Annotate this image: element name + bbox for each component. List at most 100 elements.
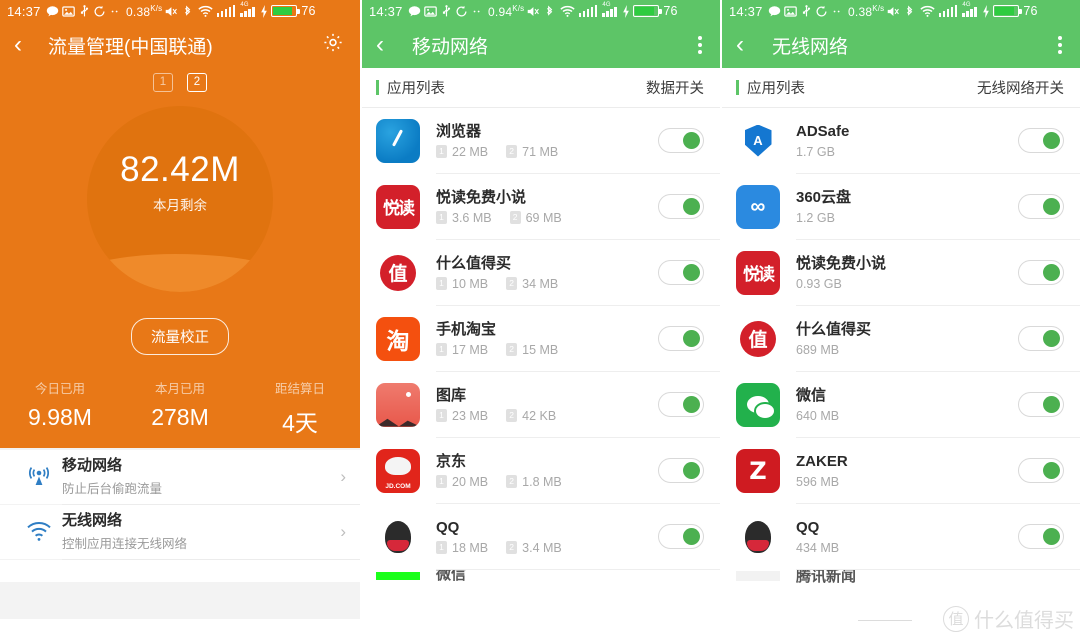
- sim1-usage: 20 MB: [452, 474, 489, 489]
- data-toggle[interactable]: [658, 260, 704, 285]
- photo-icon: [424, 5, 437, 18]
- signal-4g-icon: 4G: [240, 2, 256, 17]
- sync-icon: [93, 5, 106, 18]
- stat-label: 本月已用: [154, 382, 205, 396]
- sync-icon: [815, 5, 828, 18]
- right-app-list: A ADSafe 1.7 GB ∞ 360云盘 1.2 GB 悦读 悦读免费小说…: [722, 108, 1080, 588]
- overflow-menu-icon[interactable]: [1058, 33, 1062, 57]
- table-row[interactable]: 腾讯新闻: [722, 570, 1080, 588]
- table-row[interactable]: 图库 1 23 MB 2 42 KB: [362, 372, 720, 437]
- left-app-bar: ‹ 流量管理(中国联通): [0, 22, 360, 68]
- back-button[interactable]: ‹: [736, 33, 764, 57]
- data-toggle[interactable]: [658, 524, 704, 549]
- table-row[interactable]: QQ 434 MB: [722, 504, 1080, 569]
- yuedu-app-icon: 悦读: [376, 184, 420, 229]
- table-row[interactable]: JD.COM 京东 1 20 MB 2 1.8 MB: [362, 438, 720, 503]
- wifi-toggle[interactable]: [1018, 260, 1064, 285]
- app-name: 悦读免费小说: [796, 255, 887, 273]
- signal-icon: [578, 5, 599, 17]
- data-rate-left: 0.38K/s: [126, 3, 163, 19]
- table-row[interactable]: 悦读 悦读免费小说 0.93 GB: [722, 240, 1080, 305]
- sim-tab-1[interactable]: 1: [153, 72, 173, 92]
- stat-value: 278M: [151, 404, 209, 430]
- table-row[interactable]: 悦读 悦读免费小说 1 3.6 MB 2 69 MB: [362, 174, 720, 239]
- bluetooth-icon: [182, 5, 192, 18]
- sim1-badge: 1: [436, 277, 447, 291]
- table-row[interactable]: Z ZAKER 596 MB: [722, 438, 1080, 503]
- back-button[interactable]: ‹: [376, 33, 404, 57]
- stat-month-used: 本月已用 278M: [120, 378, 240, 438]
- watermark-line: [858, 620, 912, 621]
- overflow-menu-icon[interactable]: [698, 33, 702, 57]
- app-usage: 1 22 MB 2 71 MB: [436, 145, 648, 159]
- screenshot-root: 14:37 0.38K/s 4G 76 ‹ 流量管理(中国联通) 1 2 82.…: [0, 0, 1080, 641]
- sim1-usage: 18 MB: [452, 540, 489, 555]
- row-meta: 什么值得买 1 10 MB 2 34 MB: [436, 254, 648, 291]
- table-row[interactable]: A ADSafe 1.7 GB: [722, 108, 1080, 173]
- sim2-usage: 69 MB: [525, 210, 562, 225]
- wifi-toggle[interactable]: [1018, 392, 1064, 417]
- calibrate-button[interactable]: 流量校正: [131, 318, 229, 355]
- wifi-toggle[interactable]: [1018, 326, 1064, 351]
- message-icon: [46, 5, 59, 18]
- table-row[interactable]: 微信 640 MB: [722, 372, 1080, 437]
- data-toggle[interactable]: [658, 326, 704, 351]
- app-usage: 640 MB: [796, 408, 840, 423]
- row-title: 移动网络: [62, 457, 123, 475]
- data-toggle[interactable]: [658, 458, 704, 483]
- sim2-badge: 2: [506, 343, 518, 357]
- sim-tab-group[interactable]: 1 2: [0, 68, 360, 96]
- mute-icon: [886, 5, 900, 18]
- app-name: 图库: [436, 387, 467, 405]
- wifi-toggle[interactable]: [1018, 128, 1064, 153]
- sim2-usage: 42 KB: [522, 408, 557, 423]
- table-row[interactable]: 值 什么值得买 689 MB: [722, 306, 1080, 371]
- table-row[interactable]: 值 什么值得买 1 10 MB 2 34 MB: [362, 240, 720, 305]
- sidebar-item-wireless-network[interactable]: 无线网络 控制应用连接无线网络 ›: [0, 505, 360, 559]
- wifi-toggle[interactable]: [1018, 458, 1064, 483]
- app-usage: 1.7 GB: [796, 144, 835, 159]
- table-row[interactable]: 微信: [362, 570, 720, 586]
- gear-icon[interactable]: [322, 32, 344, 59]
- sim2-usage: 71 MB: [522, 144, 559, 159]
- row-meta: 腾讯新闻: [796, 570, 1064, 587]
- data-toggle[interactable]: [658, 128, 704, 153]
- list-header-left: 应用列表: [747, 81, 805, 97]
- usb-icon: [801, 4, 812, 18]
- wifi-icon: [920, 5, 936, 18]
- data-rate-mid: 0.94K/s: [488, 3, 525, 19]
- back-button[interactable]: ‹: [14, 33, 42, 57]
- row-meta: 微信 640 MB: [796, 386, 1008, 423]
- status-bar-left: 14:37 0.38K/s 4G 76: [0, 0, 360, 22]
- sim2-badge: 2: [506, 475, 518, 489]
- sim2-usage: 3.4 MB: [522, 540, 562, 555]
- table-row[interactable]: ∞ 360云盘 1.2 GB: [722, 174, 1080, 239]
- table-row[interactable]: 浏览器 1 22 MB 2 71 MB: [362, 108, 720, 173]
- remaining-data-value: 82.42M: [120, 150, 240, 189]
- qq-app-icon: [736, 514, 780, 559]
- app-usage: 1.2 GB: [796, 210, 835, 225]
- left-orange-region: 14:37 0.38K/s 4G 76 ‹ 流量管理(中国联通) 1 2 82.…: [0, 0, 360, 448]
- table-row[interactable]: QQ 1 18 MB 2 3.4 MB: [362, 504, 720, 569]
- right-list-header: 应用列表 无线网络开关: [722, 68, 1080, 108]
- data-toggle[interactable]: [658, 194, 704, 219]
- wifi-toggle[interactable]: [1018, 524, 1064, 549]
- row-meta: 什么值得买 689 MB: [796, 320, 1008, 357]
- app-name: 京东: [436, 453, 467, 471]
- wifi-toggle[interactable]: [1018, 194, 1064, 219]
- smzdm-app-icon: 值: [736, 316, 780, 361]
- sim-tab-2[interactable]: 2: [187, 72, 207, 92]
- bubble-wave: [87, 254, 273, 292]
- table-row[interactable]: 淘 手机淘宝 1 17 MB 2 15 MB: [362, 306, 720, 371]
- app-name: 浏览器: [436, 123, 482, 141]
- right-green-region: 14:37 0.38K/s 4G 76 ‹ 无线网络: [722, 0, 1080, 68]
- app-name: QQ: [436, 519, 460, 537]
- data-toggle[interactable]: [658, 392, 704, 417]
- status-bar-mid: 14:37 0.94K/s 4G 76: [362, 0, 720, 22]
- app-name: 手机淘宝: [436, 321, 497, 339]
- app-name: 悦读免费小说: [436, 189, 527, 207]
- sidebar-item-mobile-network[interactable]: 移动网络 防止后台偷跑流量 ›: [0, 450, 360, 504]
- sim2-badge: 2: [506, 541, 518, 555]
- list-bottom-spacer: [0, 560, 360, 582]
- browser-app-icon: [376, 118, 420, 163]
